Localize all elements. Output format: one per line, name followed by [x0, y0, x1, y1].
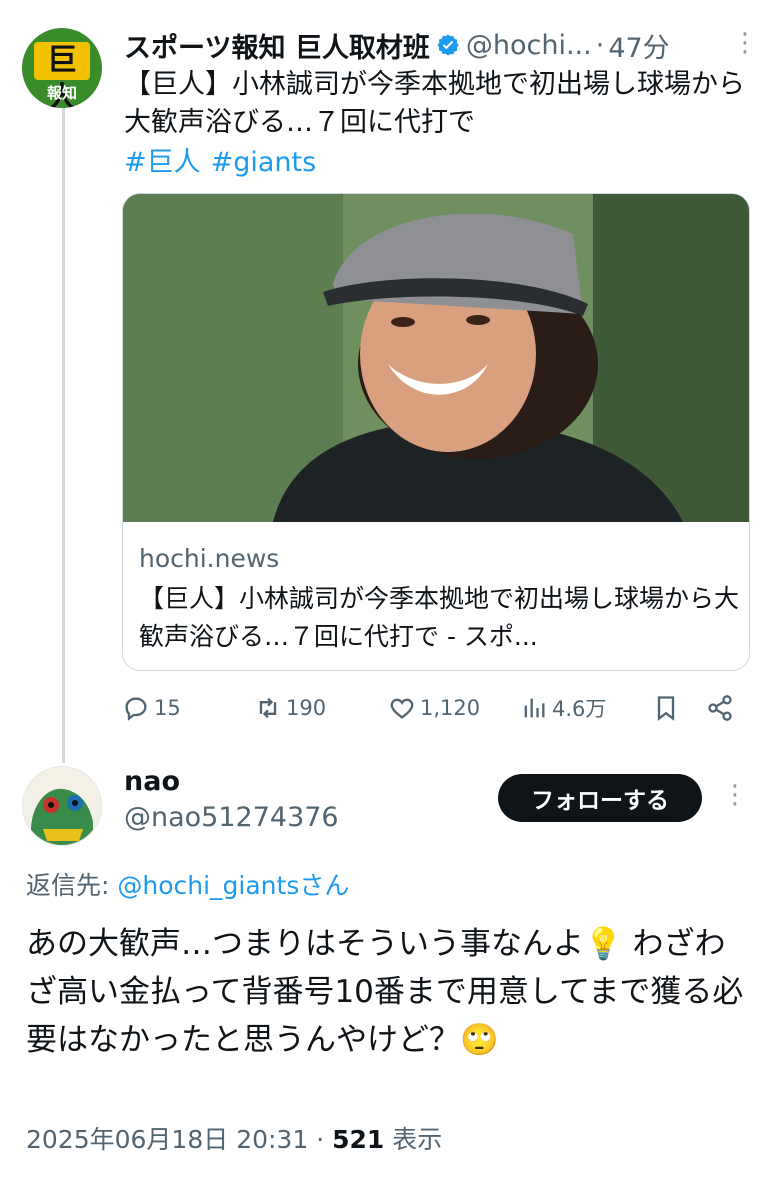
view-count: 521 — [332, 1125, 385, 1154]
bookmark-button[interactable] — [652, 688, 684, 728]
tweet-meta: 2025年06月18日 20:31 · 521 表示 — [26, 1120, 442, 1156]
like-button[interactable]: 1,120 — [388, 688, 480, 728]
retweet-icon — [259, 697, 277, 719]
views-button[interactable]: 4.6万 — [520, 688, 606, 728]
timestamp[interactable]: 2025年06月18日 20:31 — [26, 1125, 308, 1154]
more-vertical-icon[interactable]: ⋮ — [732, 28, 758, 58]
separator-dot: · — [595, 29, 605, 61]
reply-text: あの大歓声…つまりはそういう事なんよ💡 わざわざ高い金払って背番号10番まで用意… — [26, 926, 744, 1058]
hashtag-link[interactable]: #giants — [211, 147, 317, 178]
tweet-time[interactable]: 47分 — [608, 26, 669, 65]
card-image — [123, 194, 749, 522]
follow-button[interactable]: フォローする — [498, 774, 702, 822]
avatar[interactable] — [22, 766, 102, 846]
reply-count: 15 — [154, 696, 181, 720]
separator-dot: · — [308, 1125, 333, 1154]
reply-author-handle[interactable]: @nao51274376 — [124, 802, 339, 833]
heart-icon — [390, 698, 414, 719]
hashtags: #巨人 #giants — [124, 144, 326, 182]
hashtag-link[interactable]: #巨人 — [124, 147, 201, 178]
reply-author-name[interactable]: nao — [124, 766, 180, 797]
analytics-icon — [524, 698, 545, 718]
share-button[interactable] — [706, 688, 738, 728]
view-count: 4.6万 — [552, 697, 607, 721]
verified-badge-icon — [436, 33, 460, 57]
author-name[interactable]: スポーツ報知 巨人取材班 — [124, 26, 430, 65]
reply-button[interactable]: 15 — [122, 688, 181, 728]
retweet-count: 190 — [286, 696, 327, 720]
avatar-logo-bottom: 報知 — [46, 84, 77, 102]
reply-to-mention[interactable]: @hochi_giantsさん — [117, 871, 349, 900]
bookmark-icon — [657, 696, 675, 721]
retweet-button[interactable]: 190 — [254, 688, 326, 728]
avatar-logo-top: 巨人 — [34, 42, 90, 108]
tweet-header: スポーツ報知 巨人取材班 @hochi... · 47分 ⋮ — [124, 26, 758, 65]
avatar[interactable]: 巨人 報知 — [22, 28, 102, 108]
tweet-actions: 15 190 1,120 4.6万 — [122, 688, 752, 728]
reply-to-line: 返信先: @hochi_giantsさん — [26, 866, 349, 902]
card-domain: hochi.news — [139, 544, 280, 573]
reply-icon — [125, 697, 147, 721]
reply-to-label: 返信先: — [26, 871, 118, 900]
tweet-text: 【巨人】小林誠司が今季本拠地で初出場し球場から大歓声浴びる…７回に代打で — [124, 69, 745, 138]
link-card[interactable]: hochi.news 【巨人】小林誠司が今季本拠地で初出場し球場から大歓声浴びる… — [122, 193, 750, 671]
card-title: 【巨人】小林誠司が今季本拠地で初出場し球場から大歓声浴びる…７回に代打で - ス… — [139, 584, 740, 651]
more-vertical-icon[interactable]: ⋮ — [722, 780, 748, 810]
share-icon — [708, 695, 732, 721]
thread-line — [62, 108, 65, 763]
like-count: 1,120 — [420, 696, 481, 720]
view-label: 表示 — [384, 1125, 443, 1154]
author-handle[interactable]: @hochi... — [466, 30, 592, 61]
